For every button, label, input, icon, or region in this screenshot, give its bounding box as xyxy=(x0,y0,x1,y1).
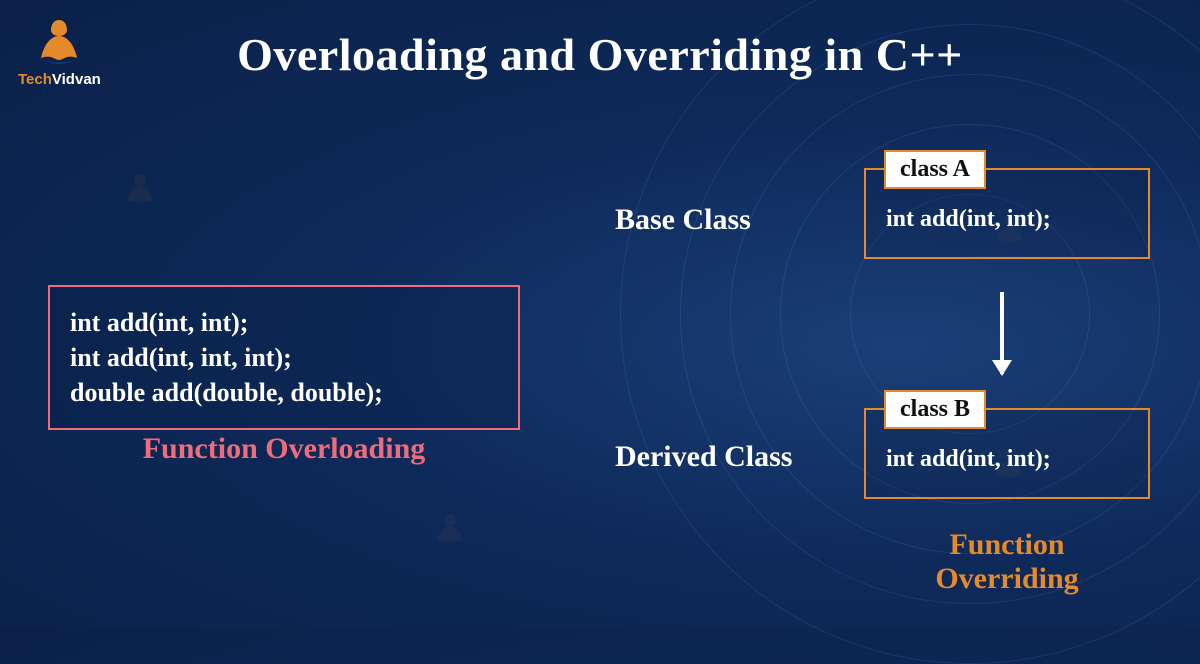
function-overriding-caption: Function Overriding xyxy=(864,528,1150,595)
class-a-signature: int add(int, int); xyxy=(886,206,1128,233)
derived-class-label: Derived Class xyxy=(615,440,792,474)
base-class-label: Base Class xyxy=(615,203,751,237)
class-b-tag: class B xyxy=(884,390,986,429)
watermark xyxy=(120,170,160,210)
overloading-code-line: int add(int, int); xyxy=(70,305,498,340)
inheritance-arrow-icon xyxy=(1000,292,1004,374)
override-caption-line2: Overriding xyxy=(935,562,1078,595)
overloading-code-line: int add(int, int, int); xyxy=(70,340,498,375)
overloading-code-line: double add(double, double); xyxy=(70,375,498,410)
class-b-box: class B int add(int, int); xyxy=(864,408,1150,499)
function-overloading-box: int add(int, int); int add(int, int, int… xyxy=(48,285,520,430)
class-a-box: class A int add(int, int); xyxy=(864,168,1150,259)
class-a-tag: class A xyxy=(884,150,986,189)
watermark xyxy=(430,510,470,550)
class-b-signature: int add(int, int); xyxy=(886,446,1128,473)
function-overloading-caption: Function Overloading xyxy=(48,432,520,466)
override-caption-line1: Function xyxy=(949,528,1064,561)
page-title: Overloading and Overriding in C++ xyxy=(0,28,1200,81)
